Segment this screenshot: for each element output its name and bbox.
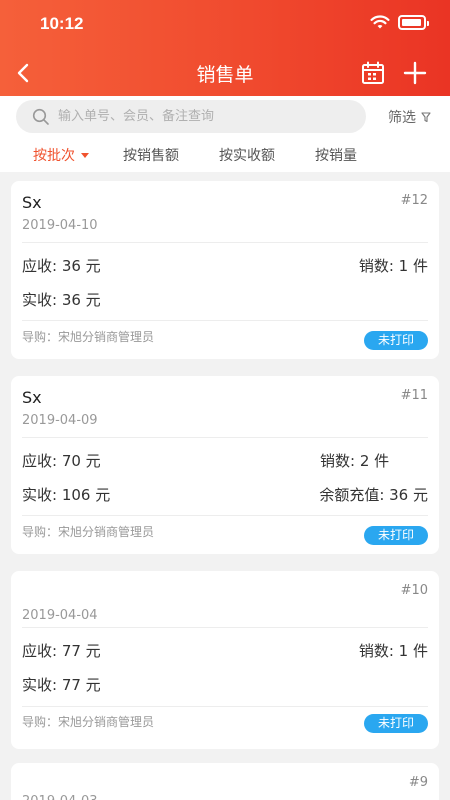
order-card[interactable]: Sx #11 2019-04-09 应收: 70 元 销数: 2 件 实收: 1…	[11, 376, 439, 554]
order-received: 实收: 106 元	[22, 486, 111, 504]
order-received: 实收: 36 元	[22, 291, 101, 309]
status-time: 10:12	[40, 14, 84, 33]
order-received: 实收: 77 元	[22, 676, 101, 694]
print-status-badge[interactable]: 未打印	[364, 714, 428, 733]
order-guide: 导购：宋旭分销商管理员	[22, 525, 155, 539]
order-receivable: 应收: 70 元	[22, 452, 101, 470]
tab-label: 按销量	[315, 148, 357, 164]
order-date: 2019-04-03	[22, 794, 98, 800]
battery-icon	[398, 15, 429, 30]
tab-label: 按批次	[33, 148, 75, 164]
add-button[interactable]	[402, 60, 428, 86]
search-icon	[32, 108, 50, 126]
divider	[22, 627, 428, 628]
filter-button[interactable]: 筛选	[388, 107, 431, 127]
order-number: #12	[400, 193, 428, 208]
wifi-icon	[370, 15, 390, 34]
order-receivable: 应收: 77 元	[22, 642, 101, 660]
order-number: #11	[400, 388, 428, 403]
order-receivable: 应收: 36 元	[22, 257, 101, 275]
divider	[22, 437, 428, 438]
order-date: 2019-04-10	[22, 218, 98, 233]
status-bar: 10:12	[0, 0, 450, 50]
tab-by-received-amount[interactable]: 按实收额	[219, 145, 275, 165]
print-status-badge[interactable]: 未打印	[364, 526, 428, 545]
sort-tabs: 按批次 按销售额 按实收额 按销量	[0, 138, 450, 172]
order-date: 2019-04-04	[22, 608, 98, 623]
divider	[22, 320, 428, 321]
tab-by-batch[interactable]: 按批次	[33, 145, 89, 165]
divider	[22, 242, 428, 243]
tab-by-sales-amount[interactable]: 按销售额	[123, 145, 179, 165]
filter-label: 筛选	[388, 110, 416, 126]
order-number: #9	[408, 775, 428, 790]
order-customer: Sx	[22, 193, 42, 212]
order-sales-count: 销数: 1 件	[358, 642, 428, 660]
funnel-icon	[421, 111, 431, 123]
nav-bar: 销售单	[0, 50, 450, 96]
calendar-icon	[362, 61, 384, 84]
search-input[interactable]	[58, 109, 348, 124]
order-date: 2019-04-09	[22, 413, 98, 428]
plus-icon	[403, 61, 427, 85]
order-number: #10	[400, 583, 428, 598]
calendar-button[interactable]	[361, 61, 385, 85]
search-bar: 筛选	[0, 96, 450, 138]
divider	[22, 515, 428, 516]
search-box[interactable]	[16, 100, 366, 133]
print-status-badge[interactable]: 未打印	[364, 331, 428, 350]
tab-by-sales-volume[interactable]: 按销量	[315, 145, 357, 165]
divider	[22, 706, 428, 707]
order-sales-count: 销数: 2 件	[320, 452, 390, 470]
tab-label: 按实收额	[219, 148, 275, 164]
triangle-down-icon	[81, 152, 89, 158]
order-card[interactable]: #10 2019-04-04 应收: 77 元 销数: 1 件 实收: 77 元…	[11, 571, 439, 749]
order-card[interactable]: Sx #12 2019-04-10 应收: 36 元 销数: 1 件 实收: 3…	[11, 181, 439, 359]
app-header: 10:12 销售单	[0, 0, 450, 96]
order-customer: Sx	[22, 388, 42, 407]
order-card[interactable]: #9 2019-04-03	[11, 763, 439, 800]
order-balance-topup: 余额充值: 36 元	[319, 486, 428, 504]
order-sales-count: 销数: 1 件	[358, 257, 428, 275]
order-guide: 导购：宋旭分销商管理员	[22, 330, 155, 344]
tab-label: 按销售额	[123, 148, 179, 164]
order-guide: 导购：宋旭分销商管理员	[22, 715, 155, 729]
